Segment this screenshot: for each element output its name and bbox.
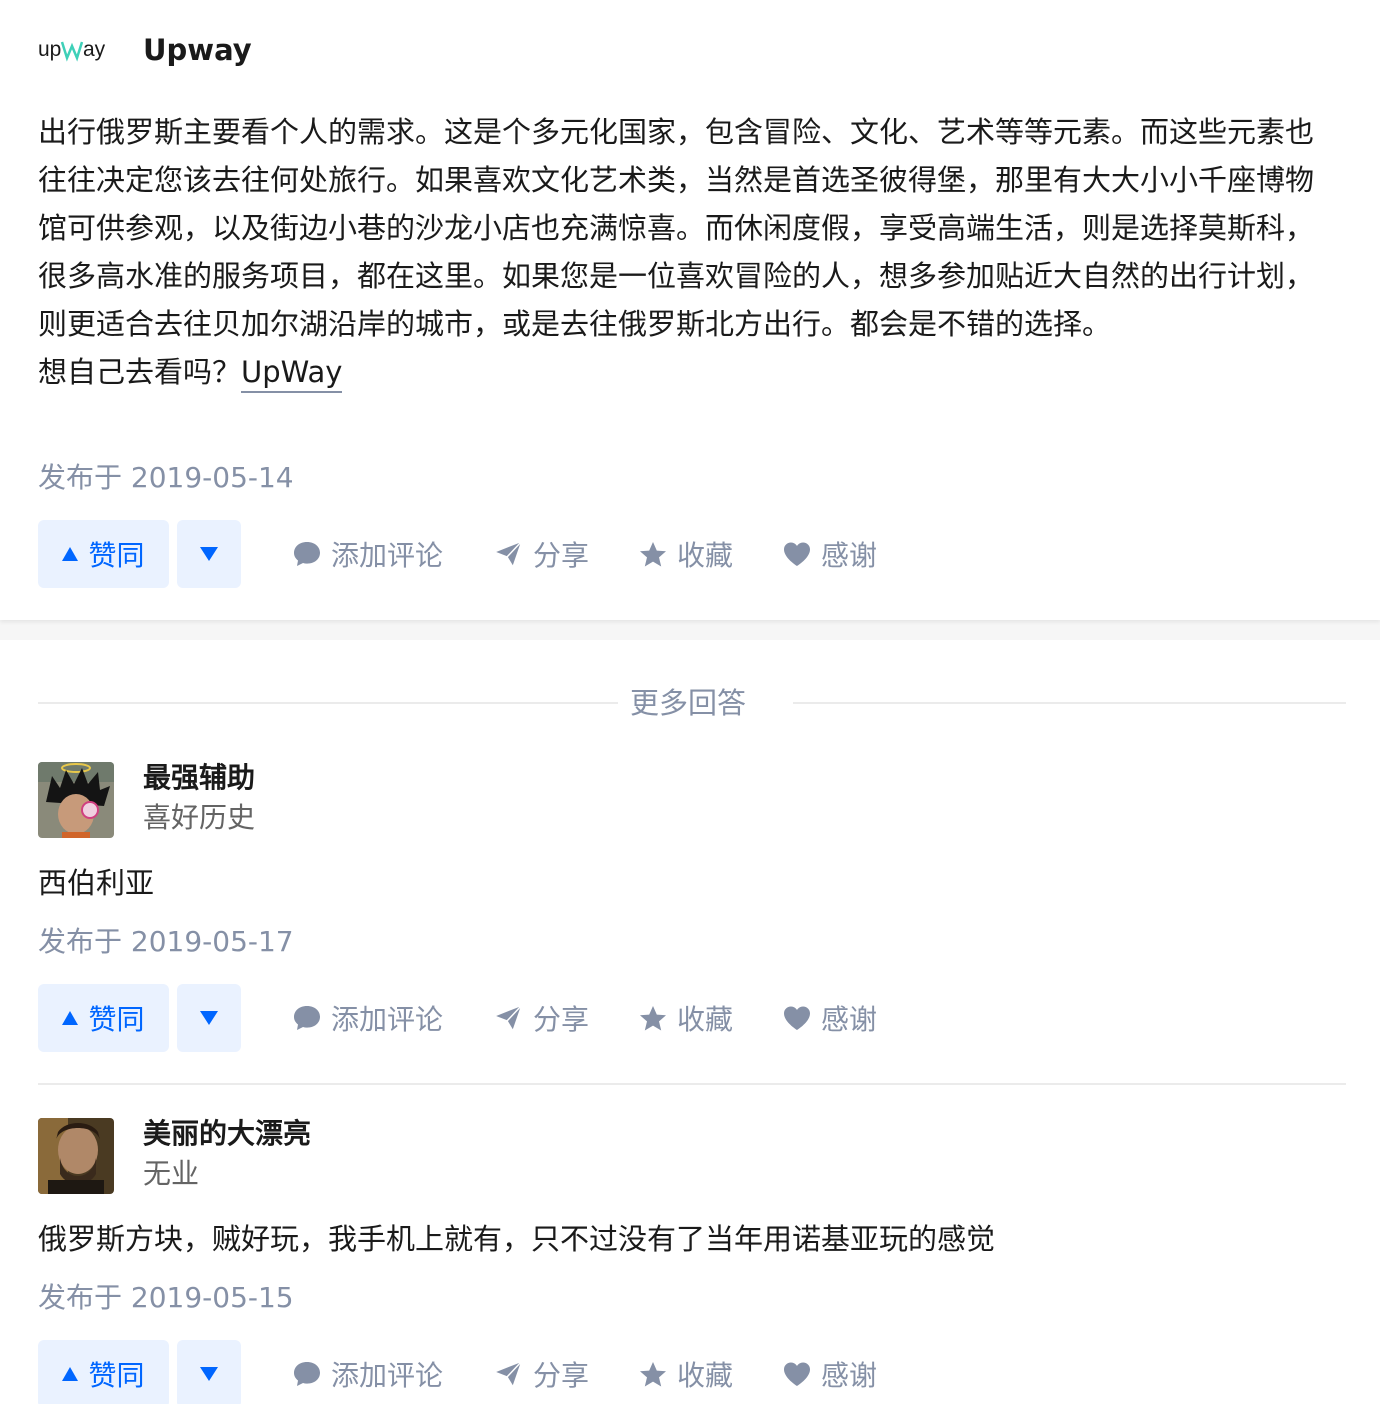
thanks-button[interactable]: 感谢 [783,534,877,574]
answer-author-name[interactable]: 最强辅助 [143,758,255,798]
comment-button[interactable]: 添加评论 [293,1354,443,1394]
comment-button[interactable]: 添加评论 [293,534,443,574]
comment-label: 添加评论 [331,539,444,572]
heart-icon [784,1006,811,1030]
star-icon [640,541,667,566]
favorite-label: 收藏 [677,1003,734,1036]
downvote-button[interactable] [177,520,241,588]
heart-icon [784,542,811,566]
comment-button[interactable]: 添加评论 [293,998,443,1038]
favorite-button[interactable]: 收藏 [639,998,733,1038]
avatar[interactable] [38,762,114,838]
star-icon [640,1005,667,1030]
publish-date: 发布于 2019-05-17 [38,925,294,958]
upvote-button[interactable]: 赞同 [38,520,169,588]
publish-date: 发布于 2019-05-14 [38,461,294,494]
answer-actions: 赞同 添加评论 分享 收藏 感谢 [38,1340,877,1404]
favorite-label: 收藏 [677,539,734,572]
answer-author-name[interactable]: Upway [143,30,252,70]
downvote-button[interactable] [177,1340,241,1404]
more-answers-divider: 更多回答 [38,683,1346,723]
upvote-label: 赞同 [88,539,145,572]
triangle-down-icon [200,1367,218,1381]
answer-paragraph: 出行俄罗斯主要看个人的需求。这是个多元化国家，包含冒险、文化、艺术等等元素。而这… [38,115,1315,341]
svg-text:ay: ay [83,38,106,61]
triangle-up-icon [62,547,79,561]
answer-content: 出行俄罗斯主要看个人的需求。这是个多元化国家，包含冒险、文化、艺术等等元素。而这… [38,108,1338,396]
share-button[interactable]: 分享 [493,1354,589,1394]
downvote-button[interactable] [177,984,241,1052]
answer-author-bio: 喜好历史 [143,801,256,834]
favorite-label: 收藏 [677,1359,734,1392]
upway-link[interactable]: UpWay [241,355,343,393]
share-label: 分享 [533,1003,590,1036]
link-prompt: 想自己去看吗？ [38,355,242,389]
share-label: 分享 [533,1359,590,1392]
comment-icon [294,1006,320,1030]
thanks-button[interactable]: 感谢 [783,998,877,1038]
favorite-button[interactable]: 收藏 [639,534,733,574]
triangle-up-icon [62,1011,79,1025]
upway-logo[interactable]: up ay [38,28,118,72]
comment-label: 添加评论 [331,1359,444,1392]
comment-label: 添加评论 [331,1003,444,1036]
publish-date: 发布于 2019-05-15 [38,1281,294,1314]
heart-icon [784,1362,811,1386]
answer-link-line: 想自己去看吗？UpWay [38,348,1338,396]
answer-separator [38,1083,1346,1085]
answer-content: 西伯利亚 [38,866,155,900]
thanks-label: 感谢 [821,1003,878,1036]
share-button[interactable]: 分享 [493,998,589,1038]
answer-actions: 赞同 添加评论 分享 收藏 感谢 [38,520,877,588]
triangle-down-icon [200,1011,218,1025]
share-button[interactable]: 分享 [493,534,589,574]
upvote-button[interactable]: 赞同 [38,984,169,1052]
favorite-button[interactable]: 收藏 [639,1354,733,1394]
triangle-down-icon [200,547,218,561]
upvote-button[interactable]: 赞同 [38,1340,169,1404]
more-answers-label: 更多回答 [630,686,747,720]
divider-line-left [38,702,618,704]
comment-icon [294,542,320,566]
avatar[interactable] [38,1118,114,1194]
share-label: 分享 [533,539,590,572]
divider-line-right [793,702,1346,704]
thanks-label: 感谢 [821,1359,878,1392]
paper-plane-icon [493,540,524,568]
answer-author-bio: 无业 [143,1157,200,1190]
answer-author-name[interactable]: 美丽的大漂亮 [143,1114,311,1154]
upvote-label: 赞同 [88,1359,145,1392]
thanks-button[interactable]: 感谢 [783,1354,877,1394]
upvote-label: 赞同 [88,1003,145,1036]
answer-content: 俄罗斯方块，贼好玩，我手机上就有，只不过没有了当年用诺基亚玩的感觉 [38,1222,996,1256]
paper-plane-icon [493,1360,524,1388]
svg-text:up: up [38,38,61,61]
answer-actions: 赞同 添加评论 分享 收藏 感谢 [38,984,877,1052]
thanks-label: 感谢 [821,539,878,572]
answer-card-1: up ay Upway 出行俄罗斯主要看个人的需求。这是个多元化国家，包含冒险、… [0,0,1380,620]
comment-icon [294,1362,320,1386]
star-icon [640,1361,667,1386]
triangle-up-icon [62,1367,79,1381]
paper-plane-icon [493,1004,524,1032]
